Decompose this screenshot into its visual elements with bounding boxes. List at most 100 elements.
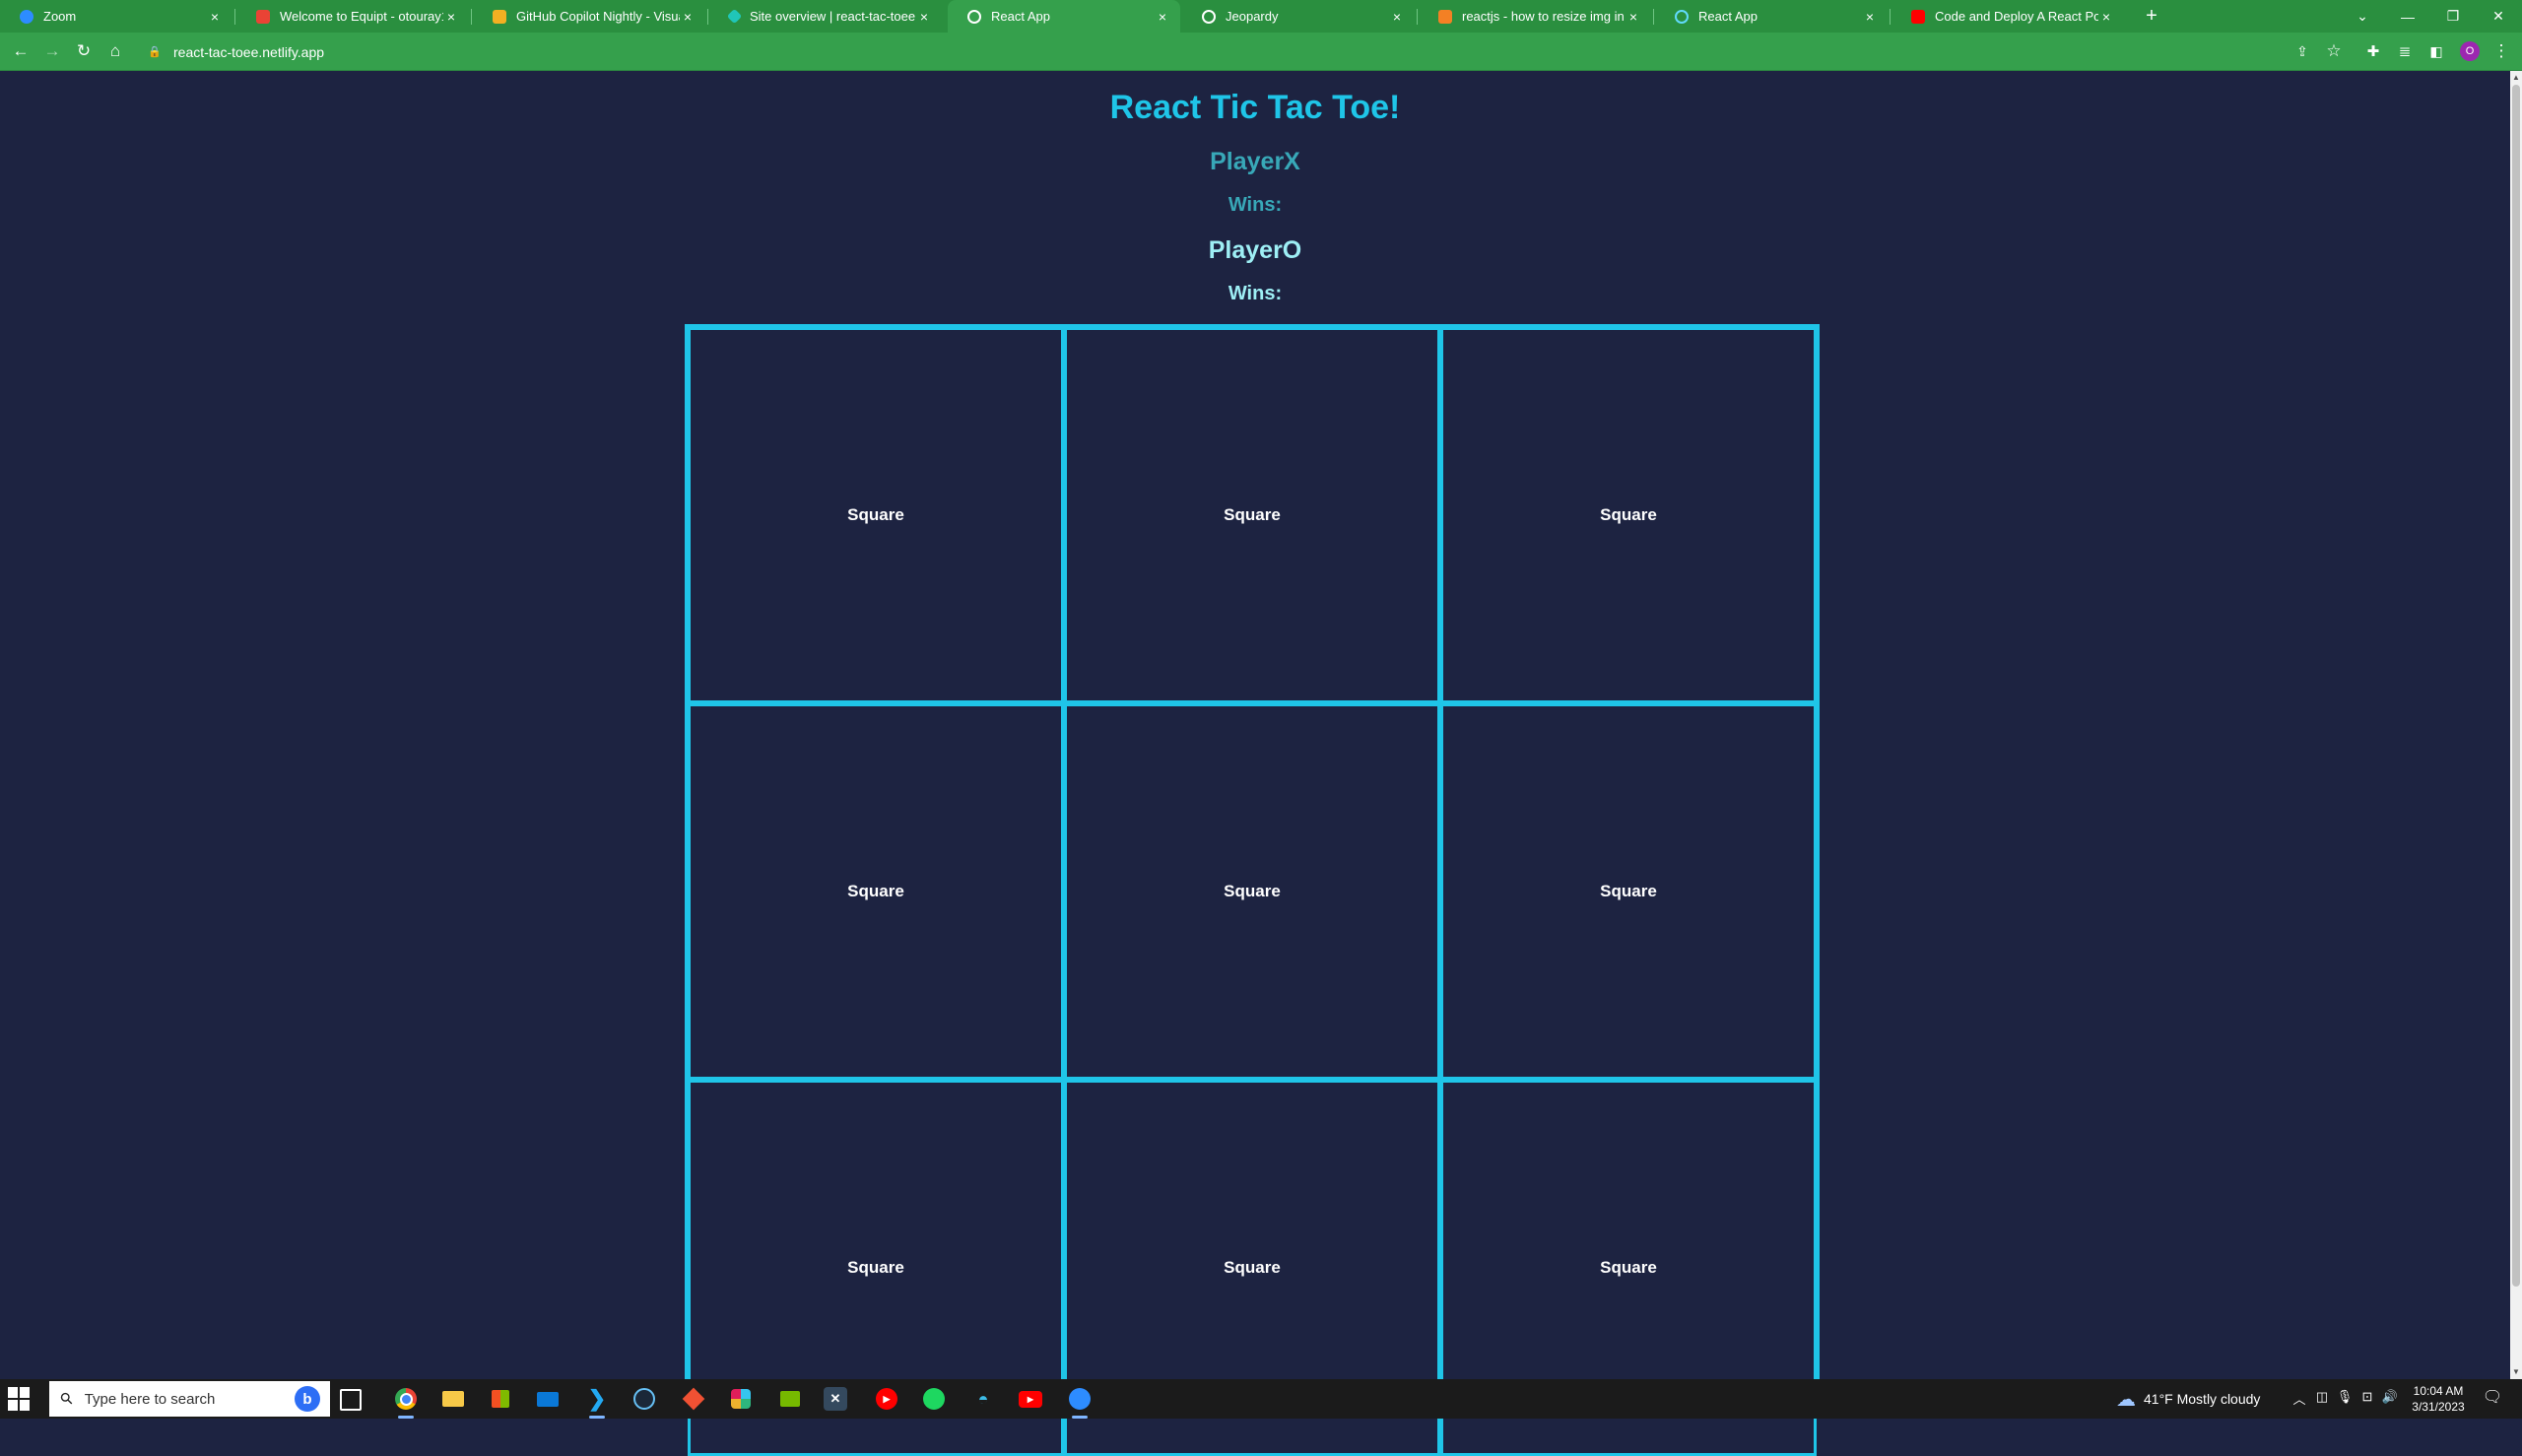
tab-title: Jeopardy [1226, 9, 1279, 24]
close-tab-icon[interactable]: × [2098, 9, 2114, 25]
cloud-icon: ☁ [2116, 1388, 2136, 1411]
menu-kebab-icon[interactable]: ⋮ [2489, 38, 2514, 64]
volume-icon[interactable]: 🔊 [2381, 1389, 2399, 1409]
tab-jeopardy[interactable]: Jeopardy × [1182, 0, 1415, 33]
board-square[interactable]: Square [1440, 703, 1817, 1080]
tab-divider [707, 9, 708, 25]
close-tab-icon[interactable]: × [916, 9, 932, 25]
tab-title: React App [991, 9, 1050, 24]
mail-icon[interactable] [534, 1385, 562, 1413]
tab-divider [1890, 9, 1891, 25]
git-icon[interactable] [680, 1385, 707, 1413]
microsoft-store-icon[interactable] [487, 1385, 514, 1413]
share-icon[interactable]: ⇪ [2290, 38, 2315, 64]
url-text: react-tac-toee.netlify.app [173, 43, 325, 60]
spotify-icon[interactable] [920, 1385, 948, 1413]
tab-title: Welcome to Equipt - otouray146 [280, 9, 443, 24]
tab-title: reactjs - how to resize img in Re [1462, 9, 1626, 24]
minimize-icon[interactable]: — [2386, 0, 2429, 33]
chrome-icon[interactable] [392, 1385, 420, 1419]
side-panel-icon[interactable]: ◧ [2423, 38, 2449, 64]
vscode-icon[interactable]: ❯ [583, 1385, 611, 1419]
bookmark-star-icon[interactable]: ☆ [2321, 38, 2347, 64]
tab-divider [1653, 9, 1654, 25]
clock-date: 3/31/2023 [2412, 1400, 2465, 1414]
tab-divider [234, 9, 235, 25]
meet-now-icon[interactable]: ◫ [2313, 1389, 2331, 1409]
weather-widget[interactable]: ☁ 41°F Mostly cloudy [2116, 1379, 2260, 1419]
youtube-icon[interactable]: ▶ [1017, 1385, 1044, 1413]
tab-title: React App [1698, 9, 1758, 24]
close-window-icon[interactable]: ✕ [2477, 0, 2520, 33]
scroll-down-icon[interactable]: ▼ [2510, 1365, 2522, 1379]
zoom-app-icon[interactable] [1066, 1385, 1094, 1419]
notifications-icon[interactable]: 🗨 [2481, 1387, 2504, 1411]
reading-list-icon[interactable]: ≣ [2392, 38, 2418, 64]
close-tab-icon[interactable]: × [443, 9, 459, 25]
play-glyph: ▶ [876, 1388, 897, 1410]
search-placeholder: Type here to search [84, 1390, 216, 1408]
weather-text: 41°F Mostly cloudy [2144, 1391, 2261, 1407]
address-bar[interactable]: 🔒 react-tac-toee.netlify.app [148, 38, 2286, 65]
lock-icon: 🔒 [148, 46, 162, 58]
tab-copilot[interactable]: GitHub Copilot Nightly - Visual S × [473, 0, 705, 33]
board-square[interactable]: Square [688, 703, 1064, 1080]
file-explorer-icon[interactable] [439, 1385, 467, 1413]
browser-tab-strip: Zoom × Welcome to Equipt - otouray146 × … [0, 0, 2522, 33]
board-square[interactable]: Square [1064, 703, 1440, 1080]
xbox-icon[interactable]: ✕ [824, 1387, 847, 1411]
profile-avatar[interactable]: O [2457, 38, 2483, 64]
close-tab-icon[interactable]: × [680, 9, 696, 25]
tab-title: GitHub Copilot Nightly - Visual S [516, 9, 680, 24]
windows-start-icon[interactable] [8, 1387, 32, 1411]
back-icon[interactable]: ← [8, 38, 33, 64]
tab-divider [1417, 9, 1418, 25]
browser-toolbar: ← → ↻ ⌂ 🔒 react-tac-toee.netlify.app ⇪ ☆… [0, 33, 2522, 71]
tab-react-app[interactable]: React App × [1655, 0, 1888, 33]
avatar: O [2460, 41, 2480, 61]
youtube-music-icon[interactable]: ▶ [873, 1385, 900, 1413]
forward-icon[interactable]: → [39, 38, 65, 64]
tab-divider [471, 9, 472, 25]
board-square[interactable]: Square [1440, 327, 1817, 703]
slack-icon[interactable] [727, 1385, 755, 1413]
task-view-icon[interactable] [340, 1389, 362, 1411]
gmail-icon [256, 9, 270, 24]
globe-icon [967, 9, 981, 24]
steam-icon[interactable] [630, 1385, 658, 1413]
bing-icon[interactable]: b [295, 1386, 320, 1412]
close-tab-icon[interactable]: × [1389, 9, 1405, 25]
board-square[interactable]: Square [1064, 327, 1440, 703]
reload-icon[interactable]: ↻ [71, 38, 97, 64]
taskbar-clock[interactable]: 10:04 AM 3/31/2023 [2404, 1383, 2473, 1415]
close-tab-icon[interactable]: × [1626, 9, 1641, 25]
taskbar-search-box[interactable]: ⚲ Type here to search b [49, 1381, 330, 1417]
extensions-icon[interactable]: ✚ [2360, 38, 2386, 64]
player-x-name: PlayerX [1210, 148, 1300, 175]
page-content: React Tic Tac Toe! PlayerX Wins: PlayerO… [0, 71, 2510, 1456]
tab-netlify[interactable]: Site overview | react-tac-toee × [709, 0, 942, 33]
mysql-workbench-icon[interactable]: ◓ [969, 1385, 997, 1413]
restore-icon[interactable]: ❐ [2431, 0, 2475, 33]
scroll-up-icon[interactable]: ▲ [2510, 71, 2522, 85]
player-o-name: PlayerO [1208, 236, 1302, 264]
tab-stackoverflow[interactable]: reactjs - how to resize img in Re × [1419, 0, 1651, 33]
search-icon: ⚲ [57, 1389, 78, 1410]
scrollbar-thumb[interactable] [2512, 85, 2520, 1287]
home-icon[interactable]: ⌂ [102, 38, 128, 64]
tray-chevron-icon[interactable]: ︿ [2290, 1389, 2308, 1409]
tab-search-icon[interactable]: ⌄ [2341, 0, 2384, 33]
tab-youtube[interactable]: Code and Deploy A React Portfol × [1892, 0, 2124, 33]
nvidia-icon[interactable] [776, 1385, 804, 1413]
close-tab-icon[interactable]: × [1862, 9, 1878, 25]
tab-zoom[interactable]: Zoom × [0, 0, 232, 33]
board-square[interactable]: Square [688, 327, 1064, 703]
close-tab-icon[interactable]: × [1155, 9, 1170, 25]
network-icon[interactable]: ⊡ [2358, 1389, 2376, 1409]
netlify-icon [726, 8, 743, 25]
microphone-icon[interactable]: 🎙 [2336, 1389, 2354, 1409]
tab-gmail[interactable]: Welcome to Equipt - otouray146 × [236, 0, 469, 33]
new-tab-button[interactable]: + [2130, 0, 2173, 33]
close-tab-icon[interactable]: × [207, 9, 223, 25]
tab-react-app-active[interactable]: React App × [948, 0, 1180, 33]
